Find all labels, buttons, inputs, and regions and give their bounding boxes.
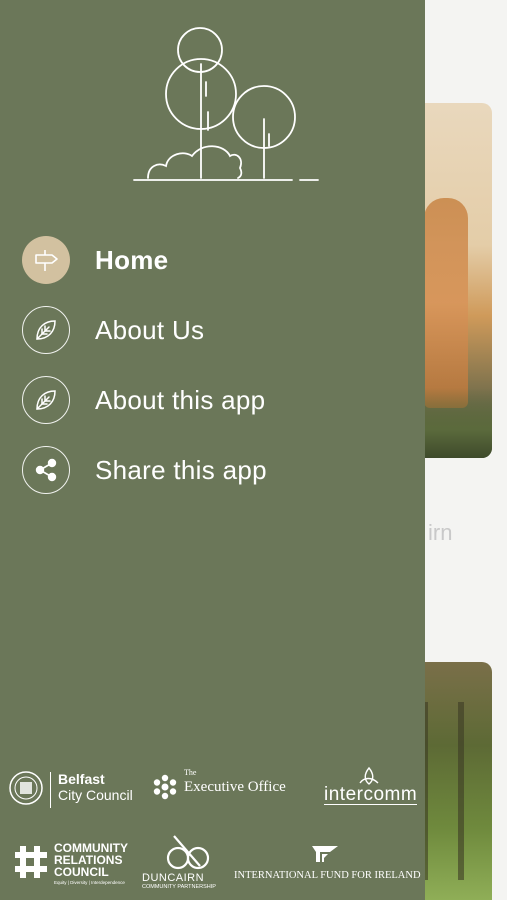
share-icon — [22, 446, 70, 494]
belfast-line1: Belfast — [58, 771, 105, 787]
duncairn-line1: DUNCAIRN — [142, 872, 205, 884]
crc-knot-icon — [15, 846, 47, 878]
menu-label-home: Home — [95, 244, 169, 275]
menu-label-about-us: About Us — [95, 314, 205, 345]
signpost-icon — [22, 236, 70, 284]
menu-item-share-app[interactable]: Share this app — [22, 435, 422, 505]
community-relations-council-logo: COMMUNITY RELATIONS COUNCIL Equity | Div… — [14, 842, 134, 890]
triquetra-icon — [359, 766, 379, 785]
belfast-city-council-logo: Belfast City Council — [8, 768, 138, 812]
international-fund-ireland-logo: INTERNATIONAL FUND FOR IRELAND — [234, 844, 424, 890]
executive-office-logo: The Executive Office — [150, 768, 300, 810]
belfast-crest-icon — [9, 771, 43, 805]
belfast-line2: City Council — [58, 787, 133, 803]
crc-line3: COUNCIL — [54, 865, 109, 879]
duncairn-line2: COMMUNITY PARTNERSHIP — [142, 884, 216, 890]
duncairn-logo: DUNCAIRN COMMUNITY PARTNERSHIP — [140, 834, 230, 894]
menu-label-about-app: About this app — [95, 384, 266, 415]
menu-label-share-app: Share this app — [95, 454, 267, 485]
menu-item-about-us[interactable]: About Us — [22, 295, 422, 365]
navigation-drawer: Home About Us About this app Share this … — [0, 0, 425, 900]
flax-flower-icon — [153, 774, 177, 800]
crc-tagline: Equity | Diversity | Interdependence — [54, 880, 125, 885]
menu-item-about-app[interactable]: About this app — [22, 365, 422, 435]
ifi-emblem-icon — [312, 846, 338, 862]
intercomm-logo: intercomm — [322, 766, 420, 810]
intercomm-text: intercomm — [324, 784, 418, 805]
menu-item-home[interactable]: Home — [22, 225, 422, 295]
leaf-icon — [22, 306, 70, 354]
drawer-menu: Home About Us About this app Share this … — [22, 225, 422, 505]
deer-image — [424, 198, 468, 408]
card-caption-partial: irn — [428, 520, 453, 545]
ifi-text: INTERNATIONAL FUND FOR IRELAND — [234, 870, 421, 881]
leaf-icon — [22, 376, 70, 424]
trees-logo-icon — [133, 27, 319, 181]
duncairn-dcp-icon — [166, 835, 210, 870]
tree-trunk — [458, 702, 464, 880]
executive-small-text: The — [184, 768, 197, 777]
executive-name: Executive Office — [184, 779, 286, 795]
